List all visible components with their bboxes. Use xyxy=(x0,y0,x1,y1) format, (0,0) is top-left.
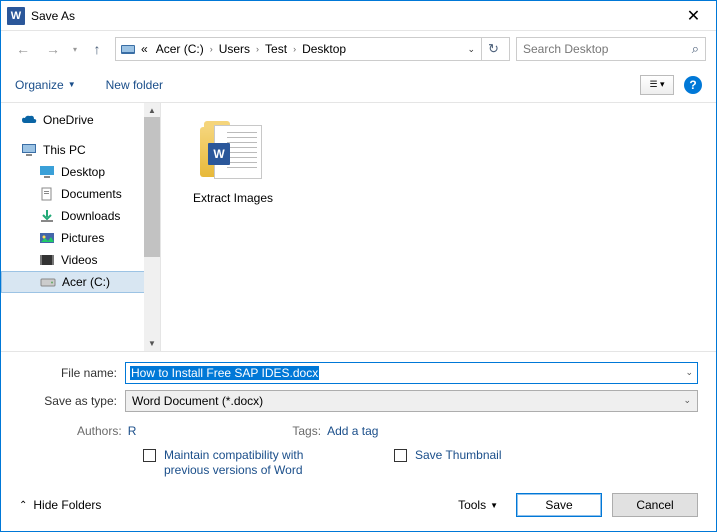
thumbnail-label: Save Thumbnail xyxy=(415,448,502,479)
tags-value[interactable]: Add a tag xyxy=(327,424,378,438)
help-button[interactable]: ? xyxy=(684,76,702,94)
sidebar-item-documents[interactable]: Documents xyxy=(1,183,160,205)
caret-down-icon: ▼ xyxy=(490,501,498,510)
compat-label: Maintain compatibility with previous ver… xyxy=(164,448,314,479)
breadcrumb-test[interactable]: Test xyxy=(262,42,290,56)
tools-menu[interactable]: Tools ▼ xyxy=(458,498,498,512)
refresh-button[interactable]: ↻ xyxy=(481,38,505,60)
downloads-icon xyxy=(39,209,55,223)
view-options-button[interactable]: ☰ ▾ xyxy=(640,75,674,95)
location-icon xyxy=(120,42,136,56)
savetype-combobox[interactable]: Word Document (*.docx) ⌄ xyxy=(125,390,698,412)
sidebar-item-downloads[interactable]: Downloads xyxy=(1,205,160,227)
navigation-sidebar: OneDrive This PC Desktop Documents xyxy=(1,103,161,351)
chevron-right-icon[interactable]: › xyxy=(255,44,260,54)
organize-menu[interactable]: Organize▼ xyxy=(15,78,76,92)
history-dropdown[interactable]: ▾ xyxy=(71,45,79,54)
authors-value[interactable]: R xyxy=(128,424,137,438)
new-folder-button[interactable]: New folder xyxy=(106,78,163,92)
compat-checkbox[interactable] xyxy=(143,449,156,462)
cancel-button[interactable]: Cancel xyxy=(612,493,698,517)
word-app-icon: W xyxy=(7,7,25,25)
videos-icon xyxy=(39,253,55,267)
chevron-up-icon: ⌃ xyxy=(19,500,27,511)
file-list[interactable]: W Extract Images xyxy=(161,103,716,351)
back-button[interactable]: ← xyxy=(11,37,35,61)
pc-icon xyxy=(21,143,37,157)
breadcrumb-prefix[interactable]: « xyxy=(138,42,151,56)
breadcrumb-acer[interactable]: Acer (C:) xyxy=(153,42,207,56)
sidebar-item-pictures[interactable]: Pictures xyxy=(1,227,160,249)
authors-label: Authors: xyxy=(77,424,122,438)
window-title: Save As xyxy=(31,9,671,23)
filename-value: How to Install Free SAP IDES.docx xyxy=(130,366,319,380)
navigation-bar: ← → ▾ ↑ « Acer (C:) › Users › Test › Des… xyxy=(1,31,716,67)
search-placeholder: Search Desktop xyxy=(523,42,608,56)
address-dropdown[interactable]: ⌄ xyxy=(463,44,479,55)
pictures-icon xyxy=(39,231,55,245)
filename-dropdown-icon[interactable]: ⌄ xyxy=(685,367,693,378)
savetype-label: Save as type: xyxy=(19,394,125,408)
documents-icon xyxy=(39,187,55,201)
folder-extract-images[interactable]: W Extract Images xyxy=(185,121,281,205)
save-as-dialog: W Save As ✕ ← → ▾ ↑ « Acer (C:) › Users … xyxy=(0,0,717,532)
body-area: OneDrive This PC Desktop Documents xyxy=(1,103,716,351)
savetype-value: Word Document (*.docx) xyxy=(132,394,263,408)
sidebar-item-onedrive[interactable]: OneDrive xyxy=(1,109,160,131)
save-button[interactable]: Save xyxy=(516,493,602,517)
savetype-dropdown-icon: ⌄ xyxy=(683,395,691,406)
scroll-down-icon[interactable]: ▼ xyxy=(144,337,160,351)
bottom-panel: File name: How to Install Free SAP IDES.… xyxy=(1,351,716,531)
cloud-icon xyxy=(21,113,37,127)
address-bar[interactable]: « Acer (C:) › Users › Test › Desktop ⌄ ↻ xyxy=(115,37,510,61)
folder-icon: W xyxy=(194,121,272,185)
caret-down-icon: ▼ xyxy=(68,80,76,89)
search-input[interactable]: Search Desktop ⌕ xyxy=(516,37,706,61)
sidebar-item-this-pc[interactable]: This PC xyxy=(1,139,160,161)
sidebar-item-desktop[interactable]: Desktop xyxy=(1,161,160,183)
folder-label: Extract Images xyxy=(185,191,281,205)
drive-icon xyxy=(40,275,56,289)
forward-button: → xyxy=(41,37,65,61)
close-button[interactable]: ✕ xyxy=(671,1,716,31)
search-icon: ⌕ xyxy=(692,41,699,57)
filename-input[interactable]: How to Install Free SAP IDES.docx ⌄ xyxy=(125,362,698,384)
toolbar: Organize▼ New folder ☰ ▾ ? xyxy=(1,67,716,103)
sidebar-item-videos[interactable]: Videos xyxy=(1,249,160,271)
chevron-right-icon[interactable]: › xyxy=(209,44,214,54)
scroll-thumb[interactable] xyxy=(144,117,160,257)
filename-label: File name: xyxy=(19,366,125,380)
breadcrumb-desktop[interactable]: Desktop xyxy=(299,42,349,56)
sidebar-item-acer-c[interactable]: Acer (C:) xyxy=(1,271,160,293)
thumbnail-checkbox[interactable] xyxy=(394,449,407,462)
tags-label: Tags: xyxy=(292,424,321,438)
scroll-up-icon[interactable]: ▲ xyxy=(144,103,160,117)
breadcrumb-users[interactable]: Users xyxy=(216,42,253,56)
chevron-right-icon[interactable]: › xyxy=(292,44,297,54)
desktop-icon xyxy=(39,165,55,179)
hide-folders-button[interactable]: ⌃ Hide Folders xyxy=(19,498,101,512)
up-button[interactable]: ↑ xyxy=(85,37,109,61)
titlebar: W Save As ✕ xyxy=(1,1,716,31)
